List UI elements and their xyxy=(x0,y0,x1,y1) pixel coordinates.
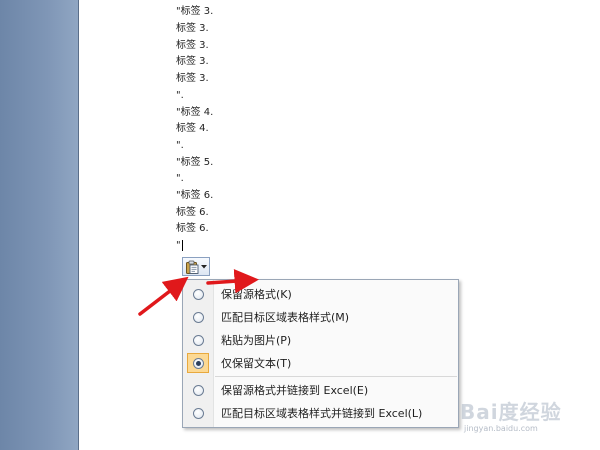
text-cursor xyxy=(182,240,183,251)
radio-icon[interactable] xyxy=(192,334,204,346)
radio-icon[interactable] xyxy=(192,311,204,323)
doc-line: 标签 3. xyxy=(176,56,209,67)
radio-cell xyxy=(187,403,209,423)
menu-item-label: 保留源格式并链接到 Excel(E) xyxy=(221,384,369,397)
radio-cell xyxy=(187,380,209,400)
doc-line: ". xyxy=(176,173,184,184)
menu-item-paste-as-picture[interactable]: 粘贴为图片(P) xyxy=(185,329,456,351)
doc-line: " xyxy=(176,240,181,251)
radio-icon[interactable] xyxy=(192,407,204,419)
document-left-margin xyxy=(0,0,79,450)
paste-options-menu: 保留源格式(K) 匹配目标区域表格样式(M) 粘贴为图片(P) 仅保留文本(T)… xyxy=(182,279,459,428)
doc-line: "标签 6. xyxy=(176,190,214,201)
doc-line: 标签 3. xyxy=(176,73,209,84)
menu-item-match-style-and-link-excel[interactable]: 匹配目标区域表格样式并链接到 Excel(L) xyxy=(185,402,456,424)
radio-cell xyxy=(187,307,209,327)
doc-line: "标签 4. xyxy=(176,107,214,118)
radio-icon[interactable] xyxy=(192,384,204,396)
radio-cell xyxy=(187,353,209,373)
doc-line: ". xyxy=(176,90,184,101)
radio-cell xyxy=(187,284,209,304)
radio-dot xyxy=(195,360,201,366)
menu-item-label: 匹配目标区域表格样式并链接到 Excel(L) xyxy=(221,407,423,420)
paste-options-button[interactable] xyxy=(182,257,210,276)
doc-line: 标签 3. xyxy=(176,23,209,34)
menu-item-label: 仅保留文本(T) xyxy=(221,357,292,370)
radio-cell xyxy=(187,330,209,350)
baidu-watermark: Bai度经验 jingyan.baidu.com xyxy=(460,396,590,438)
menu-item-label: 匹配目标区域表格样式(M) xyxy=(221,311,350,324)
doc-line: 标签 6. xyxy=(176,207,209,218)
clipboard-icon xyxy=(185,260,199,274)
radio-icon[interactable] xyxy=(192,288,204,300)
menu-separator xyxy=(215,376,457,377)
doc-line: 标签 4. xyxy=(176,123,209,134)
watermark-subtext: jingyan.baidu.com xyxy=(464,424,538,433)
menu-item-match-destination-table-style[interactable]: 匹配目标区域表格样式(M) xyxy=(185,306,456,328)
chevron-down-icon xyxy=(201,264,207,269)
menu-item-keep-source-and-link-excel[interactable]: 保留源格式并链接到 Excel(E) xyxy=(185,379,456,401)
menu-item-keep-source-formatting[interactable]: 保留源格式(K) xyxy=(185,283,456,305)
doc-line: 标签 6. xyxy=(176,223,209,234)
doc-line: ". xyxy=(176,140,184,151)
menu-item-label: 保留源格式(K) xyxy=(221,288,292,301)
watermark-text: Bai度经验 xyxy=(460,400,562,424)
radio-selected-icon[interactable] xyxy=(192,357,204,369)
doc-line: "标签 3. xyxy=(176,6,214,17)
menu-item-keep-text-only[interactable]: 仅保留文本(T) xyxy=(185,352,456,374)
menu-item-label: 粘贴为图片(P) xyxy=(221,334,292,347)
doc-line: 标签 3. xyxy=(176,40,209,51)
doc-line: "标签 5. xyxy=(176,157,214,168)
